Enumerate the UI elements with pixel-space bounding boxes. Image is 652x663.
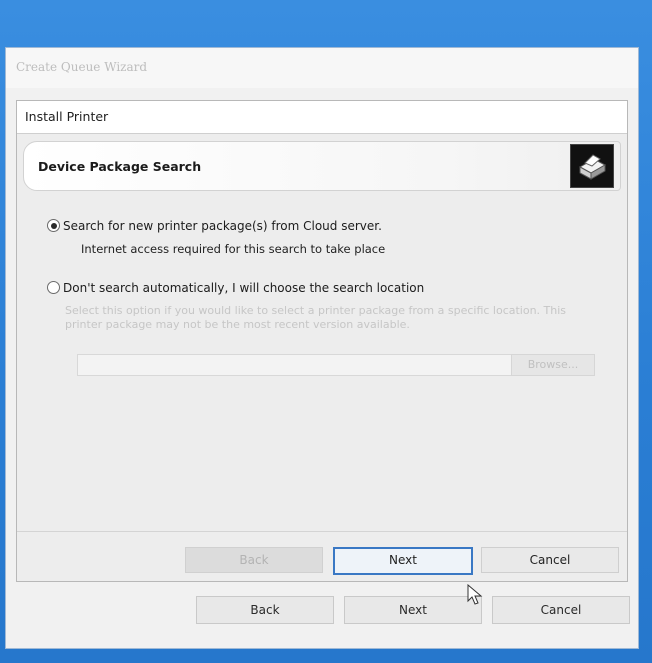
search-location-input[interactable] bbox=[77, 354, 513, 376]
option-manual-description: Select this option if you would like to … bbox=[65, 304, 567, 331]
dialog-title: Install Printer bbox=[25, 109, 109, 124]
dialog-titlebar: Install Printer bbox=[17, 101, 627, 134]
page-header: Device Package Search bbox=[23, 141, 621, 191]
back-button[interactable]: Back bbox=[185, 547, 323, 573]
outer-titlebar: Create Queue Wizard bbox=[6, 48, 638, 88]
option-cloud-note: Internet access required for this search… bbox=[81, 242, 386, 256]
next-button[interactable]: Next bbox=[333, 547, 473, 575]
cancel-button[interactable]: Cancel bbox=[481, 547, 619, 573]
outer-cancel-button[interactable]: Cancel bbox=[492, 596, 630, 624]
mouse-pointer-icon bbox=[466, 583, 484, 606]
page-title: Device Package Search bbox=[38, 159, 202, 174]
option-manual-label: Don't search automatically, I will choos… bbox=[63, 281, 425, 295]
install-printer-dialog: Install Printer Device Package Search Se… bbox=[16, 100, 628, 582]
radio-manual-search[interactable] bbox=[47, 281, 60, 294]
footer-divider bbox=[17, 531, 627, 532]
radio-cloud-search[interactable] bbox=[47, 219, 60, 232]
browse-button[interactable]: Browse... bbox=[511, 354, 595, 376]
outer-window-title: Create Queue Wizard bbox=[16, 60, 148, 74]
outer-next-button[interactable]: Next bbox=[344, 596, 482, 624]
option-cloud-search[interactable]: Search for new printer package(s) from C… bbox=[47, 219, 382, 233]
option-manual-search[interactable]: Don't search automatically, I will choos… bbox=[47, 281, 424, 295]
outer-back-button[interactable]: Back bbox=[196, 596, 334, 624]
printer-icon bbox=[570, 144, 614, 188]
option-cloud-label: Search for new printer package(s) from C… bbox=[63, 219, 382, 233]
